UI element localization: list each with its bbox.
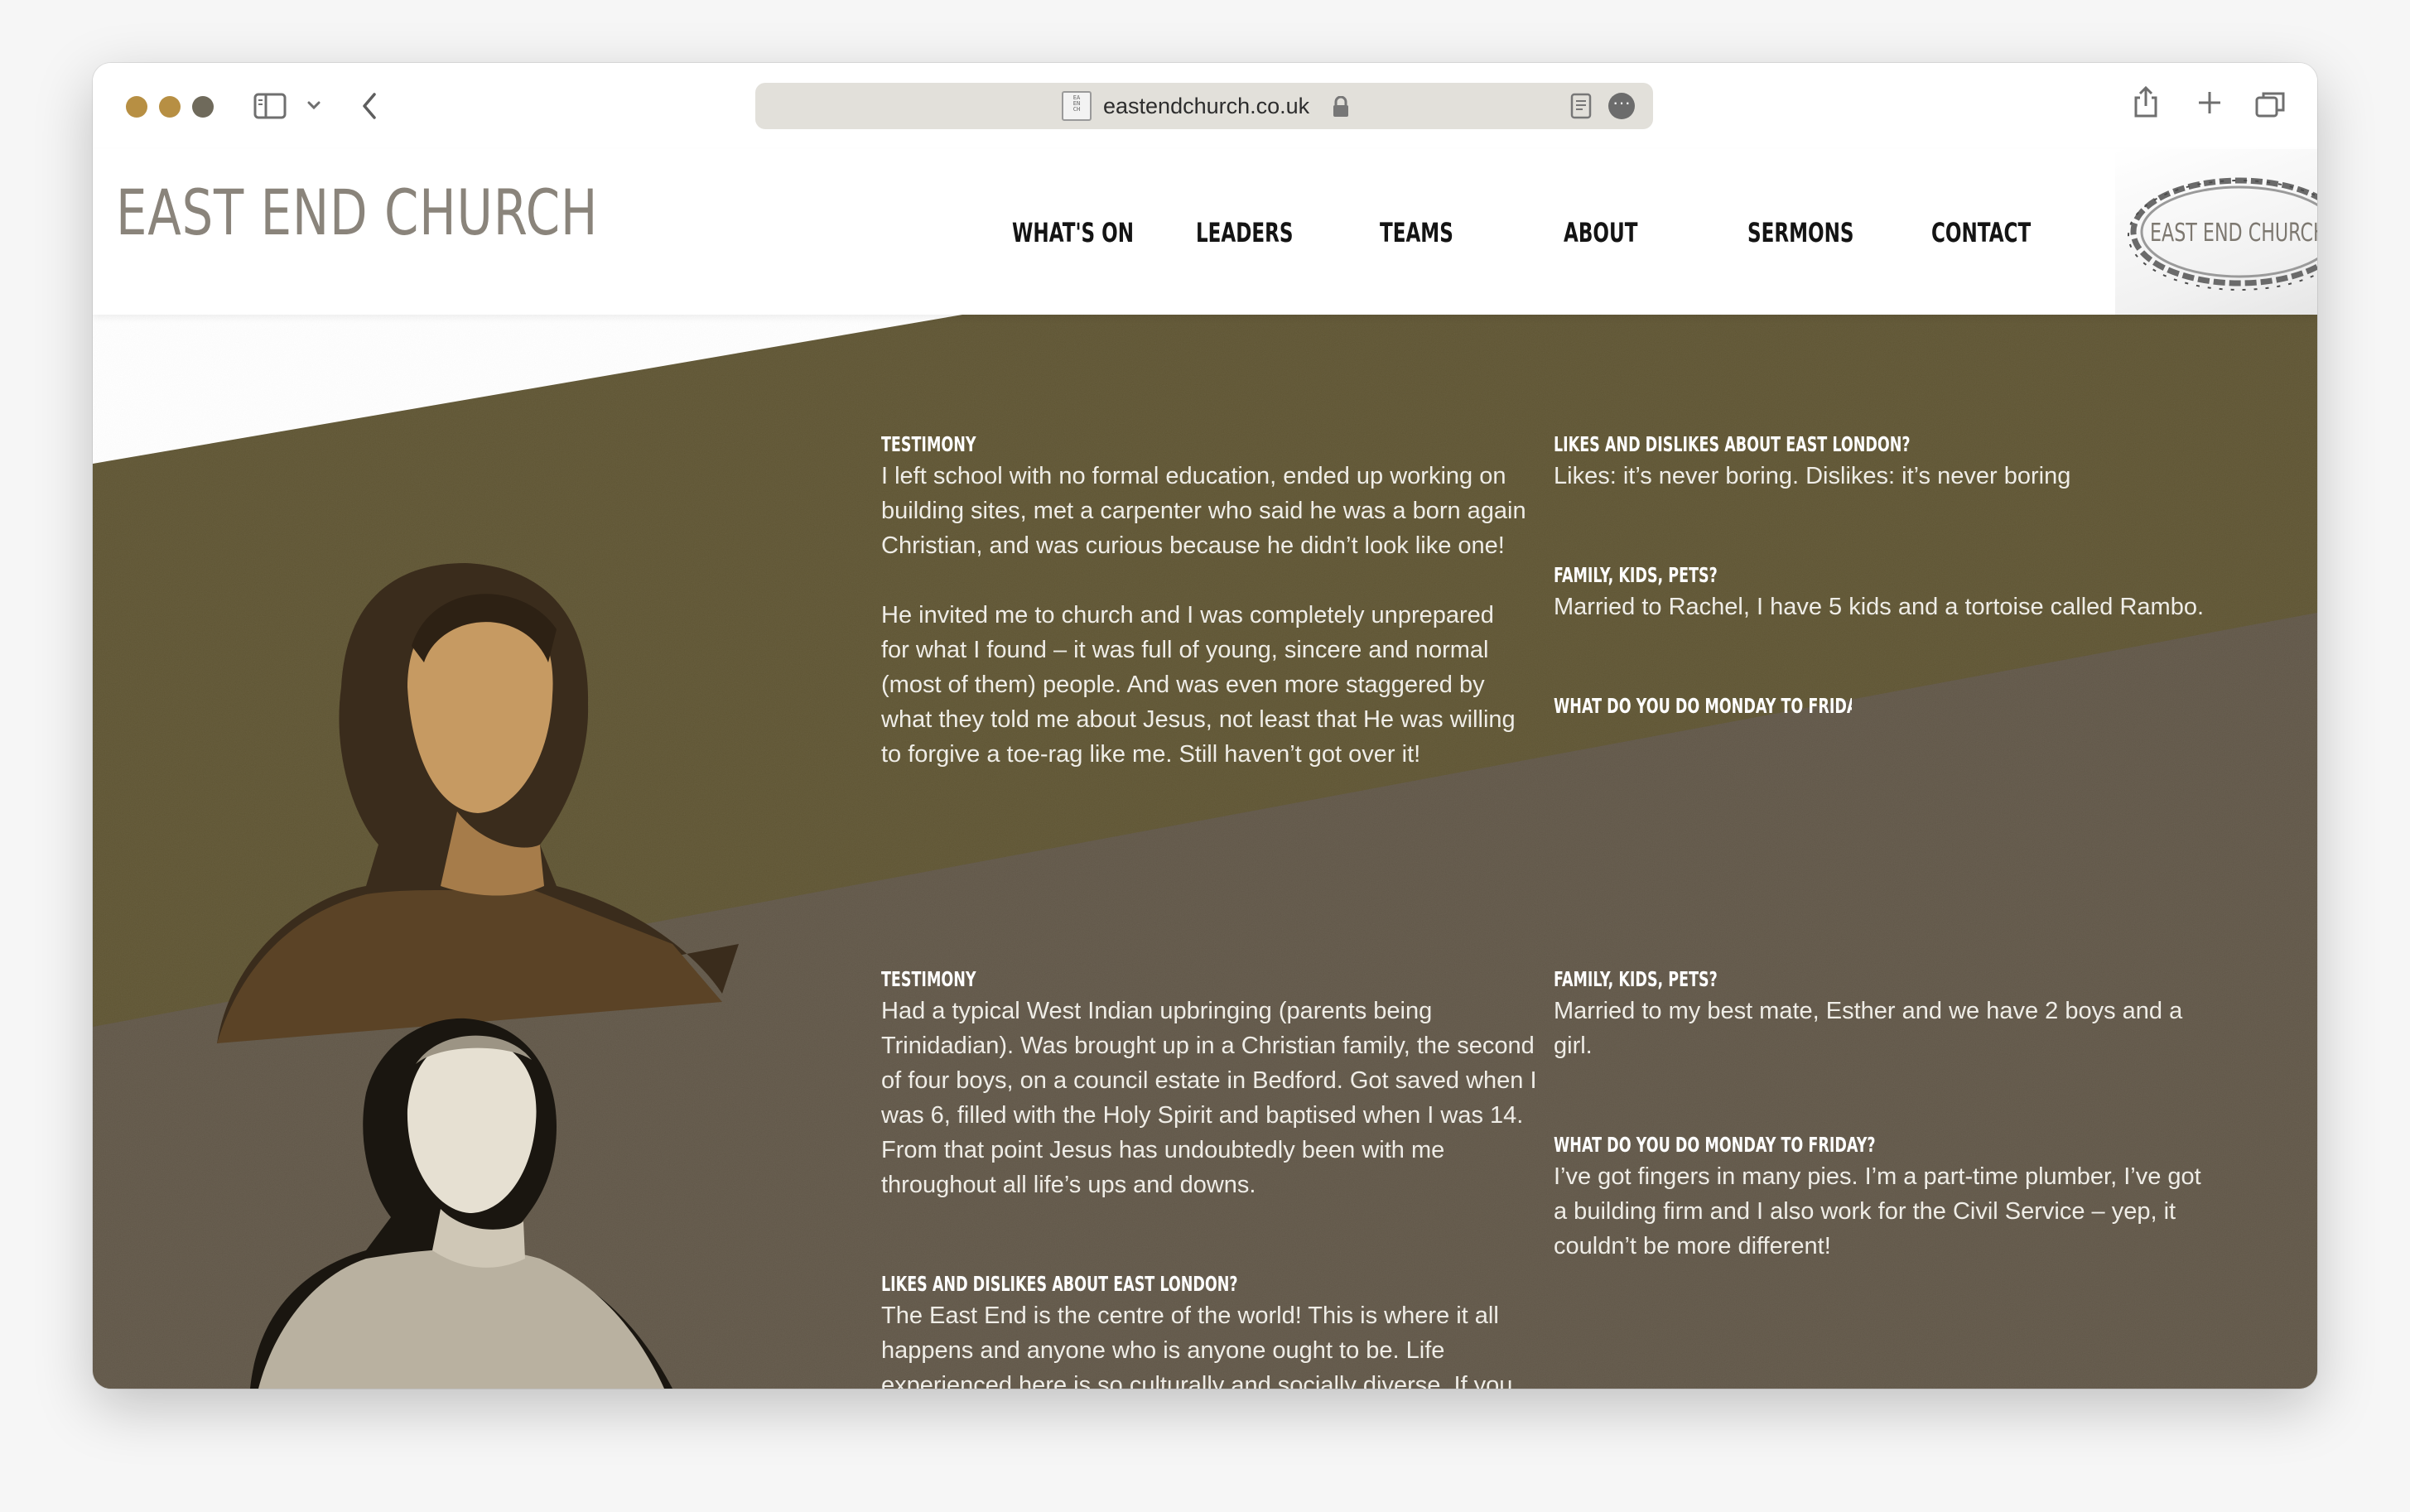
crown-of-thorns-logo[interactable]: EAST END CHURCH (2115, 149, 2317, 315)
leader1-work-title: WHAT DO YOU DO MONDAY TO FRIDAY? (1554, 694, 1852, 718)
leader1-family-title: FAMILY, KIDS, PETS? (1554, 563, 1718, 587)
share-icon[interactable] (2132, 84, 2160, 123)
chevron-down-icon[interactable] (306, 99, 321, 115)
close-window-button[interactable] (126, 96, 147, 118)
leader1-work-clip: WHAT DO YOU DO MONDAY TO FRIDAY? I now l (1554, 684, 1852, 727)
nav-contact[interactable]: CONTACT (1931, 217, 2031, 248)
browser-window: EA EN CH eastendchurch.co.uk ··· EAST END … (93, 63, 2317, 1389)
leaders-content: TESTIMONY I left school with no formal e… (93, 315, 2317, 1389)
sidebar-toggle-icon[interactable] (253, 93, 287, 123)
reader-icon[interactable] (1570, 93, 1592, 123)
leader1-testimony-text: I left school with no formal education, … (881, 463, 1526, 768)
leader2-likes-text: The East End is the centre of the world!… (881, 1303, 1513, 1389)
lock-icon (1332, 95, 1350, 122)
leader1-testimony-title: TESTIMONY (881, 432, 976, 456)
leader1-work-text: I now l (1554, 720, 1852, 727)
zoom-window-button[interactable] (192, 96, 214, 118)
leader1-family-text: Married to Rachel, I have 5 kids and a t… (1554, 594, 2205, 620)
leader1-likes-title: LIKES AND DISLIKES ABOUT EAST LONDON? (1554, 432, 1911, 456)
minimize-window-button[interactable] (159, 96, 181, 118)
nav-leaders[interactable]: LEADERS (1196, 217, 1293, 248)
leader1-likes-text: Likes: it’s never boring. Dislikes: it’s… (1554, 463, 2071, 489)
nav-sermons[interactable]: SERMONS (1747, 217, 1853, 248)
address-bar[interactable]: EA EN CH eastendchurch.co.uk ··· (755, 83, 1653, 129)
url-text: eastendchurch.co.uk (1103, 94, 1310, 118)
nav-whats-on[interactable]: WHAT'S ON (1012, 217, 1134, 248)
site-logo[interactable]: EAST END CHURCH (116, 176, 598, 249)
leader2-family-text: Married to my best mate, Esther and we h… (1554, 998, 2183, 1059)
tab-overview-icon[interactable] (2254, 89, 2286, 123)
badge-text: EAST END CHURCH (2150, 219, 2317, 248)
nav-about[interactable]: ABOUT (1564, 217, 1637, 248)
traffic-lights (126, 96, 214, 118)
leader2-testimony-text: Had a typical West Indian upbringing (pa… (881, 998, 1537, 1198)
back-arrow-icon[interactable] (359, 91, 379, 125)
leader2-likes-title: LIKES AND DISLIKES ABOUT EAST LONDON? (881, 1272, 1238, 1296)
leader2-testimony-title: TESTIMONY (881, 967, 976, 991)
browser-toolbar: EA EN CH eastendchurch.co.uk ··· (93, 63, 2317, 149)
leader2-work-title: WHAT DO YOU DO MONDAY TO FRIDAY? (1554, 1133, 1876, 1157)
new-tab-icon[interactable] (2196, 89, 2223, 120)
site-favicon: EA EN CH (1062, 91, 1092, 121)
more-options-icon[interactable]: ··· (1608, 93, 1635, 119)
nav-teams[interactable]: TEAMS (1380, 217, 1453, 248)
leader2-family-title: FAMILY, KIDS, PETS? (1554, 967, 1718, 991)
leader2-work-text: I’ve got fingers in many pies. I’m a par… (1554, 1163, 2201, 1259)
site-header: EAST END CHURCH WHAT'S ON LEADERS TEAMS … (93, 149, 2317, 315)
